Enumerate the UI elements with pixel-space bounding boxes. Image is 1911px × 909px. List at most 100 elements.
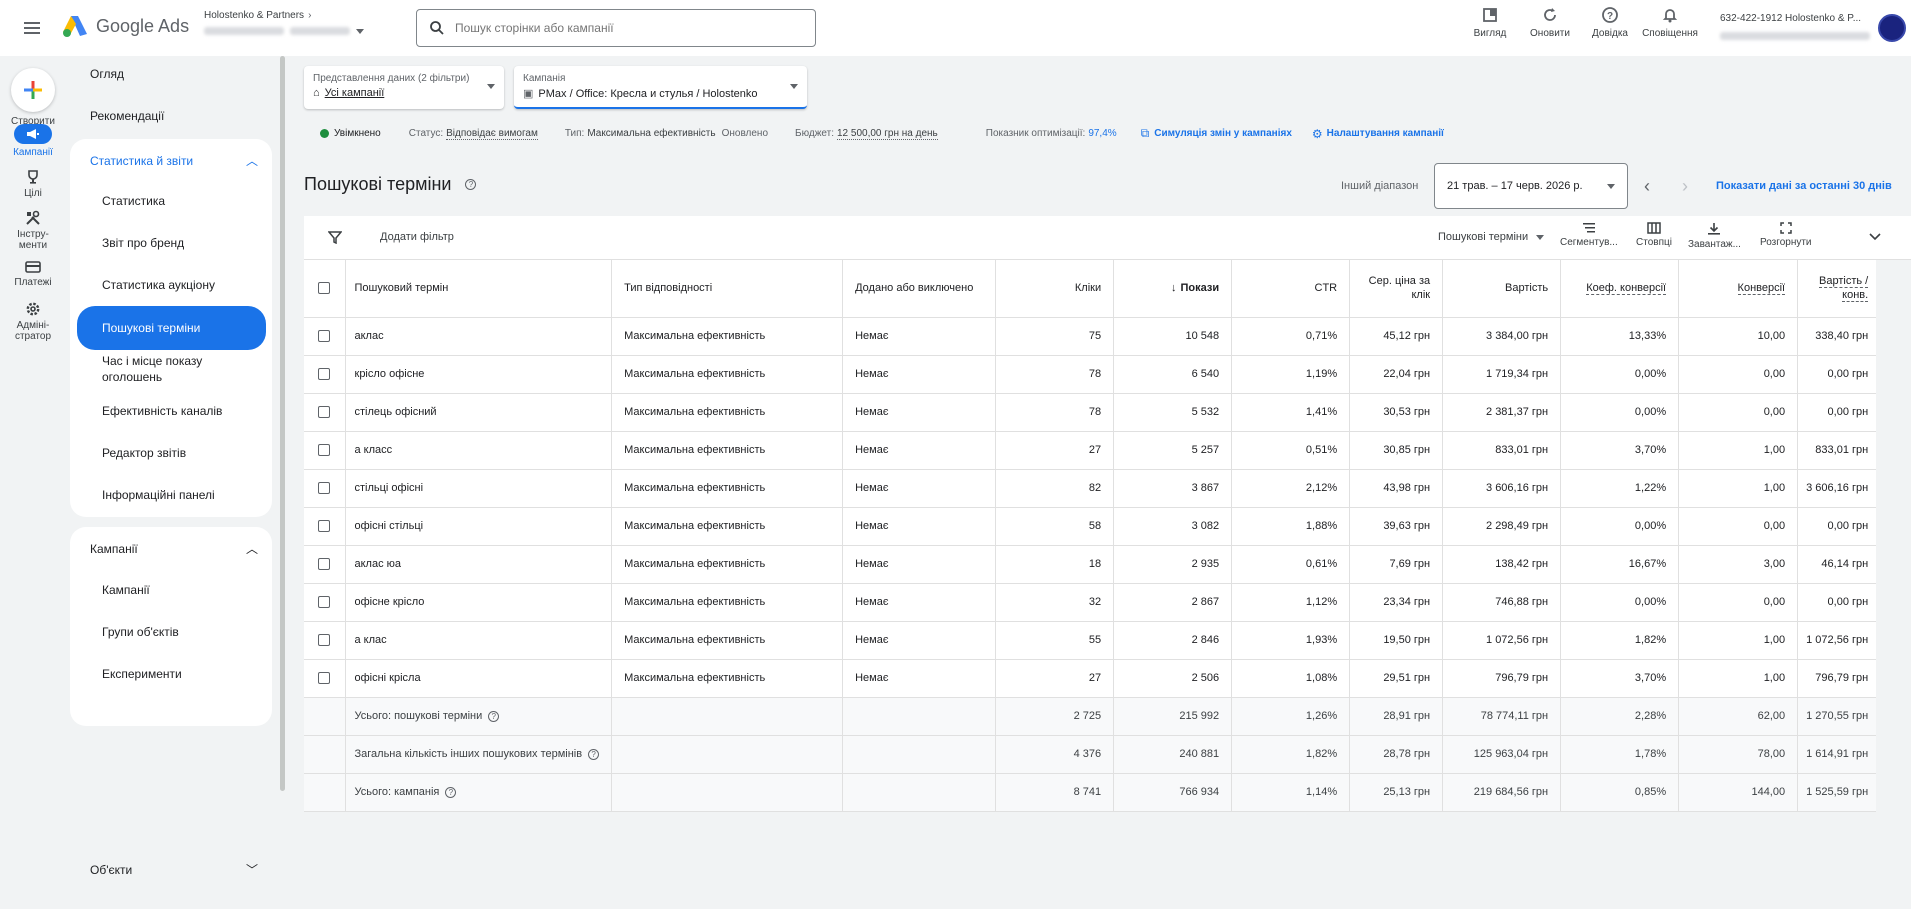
segment-button[interactable]: Сегментув... (1560, 222, 1618, 248)
col-header-conversions[interactable]: Конверсії (1678, 260, 1799, 318)
col-header-cost[interactable]: Вартість (1442, 260, 1562, 318)
table-row[interactable]: офісні крісла Максимальна ефективність Нем… (304, 659, 1877, 698)
table-cell[interactable]: стільці офісні (345, 469, 613, 508)
table-row[interactable]: а клас Максимальна ефективність Немає 55 2 8… (304, 621, 1877, 660)
main-menu-button[interactable] (20, 16, 44, 40)
nav-item-asset-groups[interactable]: Групи об'єктів (102, 624, 252, 640)
row-checkbox[interactable] (318, 634, 330, 647)
row-checkbox[interactable] (318, 368, 330, 381)
next-period-button[interactable]: › (1682, 176, 1688, 197)
nav-item-brand-report[interactable]: Звіт про бренд (102, 235, 252, 251)
expand-button[interactable]: Розгорнути (1760, 222, 1812, 248)
col-header-conv-rate[interactable]: Коеф. конверсії (1560, 260, 1680, 318)
campaign-settings-link[interactable]: Налаштування кампанії (1327, 128, 1444, 139)
more-options-button[interactable] (1869, 230, 1881, 244)
sidenav-scrollbar[interactable] (280, 56, 285, 791)
row-checkbox[interactable] (318, 444, 330, 457)
status-value[interactable]: Відповідає вимогам (446, 128, 538, 140)
table-row[interactable]: а класс Максимальна ефективність Немає 27 5 … (304, 431, 1877, 470)
nav-item-report-editor[interactable]: Редактор звітів (102, 445, 252, 461)
table-row[interactable]: крісло офісне Максимальна ефективність Нем… (304, 355, 1877, 394)
show-last-30-days-link[interactable]: Показати дані за останні 30 днів (1716, 180, 1892, 192)
table-row[interactable]: офісне крісло Максимальна ефективність Нем… (304, 583, 1877, 622)
simulation-link[interactable]: Симуляція змін у кампаніях (1154, 128, 1292, 139)
nav-overview[interactable]: Огляд (90, 67, 124, 81)
avatar[interactable] (1878, 14, 1906, 42)
table-row[interactable]: стілець офісний Максимальна ефективність Н… (304, 393, 1877, 432)
notifications-button[interactable]: Сповіщення (1640, 6, 1700, 39)
col-header-impressions[interactable]: ↓ Покази (1113, 260, 1233, 318)
help-icon[interactable]: ? (465, 179, 477, 190)
table-cell[interactable]: офісне крісло (345, 583, 613, 622)
rail-item-goals[interactable]: Цілі (0, 169, 66, 199)
view-button[interactable]: Вигляд (1460, 6, 1520, 39)
help-icon[interactable]: ? (488, 710, 500, 722)
col-header-ctr[interactable]: CTR (1231, 260, 1351, 318)
table-cell[interactable]: а клас (345, 621, 613, 660)
row-checkbox[interactable] (318, 596, 330, 609)
view-filter[interactable]: Представлення даних (2 фільтри) ⌂ Усі кам… (304, 66, 504, 109)
row-checkbox[interactable] (318, 520, 330, 533)
columns-button[interactable]: Стовпці (1636, 222, 1672, 248)
row-checkbox[interactable] (318, 482, 330, 495)
col-header-match-type[interactable]: Тип відповідності (611, 260, 844, 318)
col-header-added-excluded[interactable]: Додано або виключено (842, 260, 997, 318)
filter-icon[interactable] (328, 230, 342, 244)
table-cell[interactable]: аклас юа (345, 545, 613, 584)
table-cell[interactable]: стілець офісний (345, 393, 613, 432)
optimization-value[interactable]: 97,4% (1088, 128, 1116, 139)
rail-item-admin[interactable]: Адміні- стратор (0, 301, 66, 342)
rail-item-campaigns[interactable]: Кампанії (0, 124, 66, 158)
row-checkbox[interactable] (318, 406, 330, 419)
download-button[interactable]: Завантаж... (1688, 222, 1741, 250)
nav-recommendations[interactable]: Рекомендації (90, 109, 164, 123)
view-select[interactable]: Пошукові терміни (1438, 231, 1545, 243)
nav-item-statistics[interactable]: Статистика (102, 193, 252, 209)
row-checkbox[interactable] (318, 330, 330, 343)
row-checkbox[interactable] (318, 672, 330, 685)
rail-item-billing[interactable]: Платежі (0, 260, 66, 288)
search-input[interactable] (455, 21, 795, 35)
table-row[interactable]: аклас юа Максимальна ефективність Немає 18 2… (304, 545, 1877, 584)
nav-item-campaigns[interactable]: Кампанії (102, 582, 252, 598)
table-cell[interactable]: офісні стільці (345, 507, 613, 546)
budget-value[interactable]: 12 500,00 грн на день (837, 128, 938, 140)
add-filter-button[interactable]: Додати фільтр (380, 231, 454, 243)
help-icon[interactable]: ? (588, 748, 600, 760)
table-row[interactable]: аклас Максимальна ефективність Немає 75 10 5… (304, 317, 1877, 356)
refresh-button[interactable]: Оновити (1520, 6, 1580, 39)
nav-section-assets[interactable]: Об'єкти ﹀ (90, 861, 258, 878)
rail-item-tools[interactable]: Інстру- менти (0, 210, 66, 251)
row-checkbox[interactable] (318, 558, 330, 571)
enabled-status[interactable]: Увімкнено (334, 128, 381, 139)
table-row[interactable]: стільці офісні Максимальна ефективність Не… (304, 469, 1877, 508)
col-header-search-term[interactable]: Пошуковий термін (345, 260, 613, 318)
nav-item-dashboards[interactable]: Інформаційні панелі (102, 487, 252, 503)
nav-section-campaigns[interactable]: Кампанії ︿ (90, 540, 258, 557)
nav-item-search-terms[interactable]: Пошукові терміни (77, 306, 266, 350)
nav-item-when-where[interactable]: Час і місце показу оголошень (102, 353, 252, 385)
table-cell[interactable]: а класс (345, 431, 613, 470)
table-row[interactable]: офісні стільці Максимальна ефективність Не… (304, 507, 1877, 546)
campaign-filter[interactable]: Кампанія ▣ PMax / Office: Кресла и стулья… (514, 66, 807, 109)
account-selector[interactable]: Holostenko & Partners › (204, 10, 364, 35)
nav-item-channel-performance[interactable]: Ефективність каналів (102, 403, 252, 419)
nav-item-auction-insights[interactable]: Статистика аукціону (102, 277, 252, 293)
nav-section-reports[interactable]: Статистика й звіти ︿ (90, 152, 258, 169)
table-cell[interactable]: крісло офісне (345, 355, 613, 394)
help-button[interactable]: ? Довідка (1580, 6, 1640, 39)
nav-item-experiments[interactable]: Експерименти (102, 666, 252, 682)
search-box[interactable] (416, 9, 816, 47)
google-ads-logo[interactable]: Google Ads (62, 14, 189, 38)
col-header-avg-cpc[interactable]: Сер. ціна за клік (1349, 260, 1444, 318)
account-info[interactable]: 632-422-1912 Holostenko & P... (1720, 13, 1870, 40)
select-all-checkbox[interactable] (318, 282, 330, 295)
table-cell: 18 (995, 545, 1115, 584)
col-header-cost-per-conv[interactable]: Вартість / конв. (1797, 260, 1877, 318)
date-range-picker[interactable]: 21 трав. – 17 черв. 2026 р. (1434, 163, 1628, 209)
table-cell[interactable]: аклас (345, 317, 613, 356)
prev-period-button[interactable]: ‹ (1644, 176, 1650, 197)
help-icon[interactable]: ? (445, 786, 457, 798)
table-cell[interactable]: офісні крісла (345, 659, 613, 698)
col-header-clicks[interactable]: Кліки (995, 260, 1115, 318)
